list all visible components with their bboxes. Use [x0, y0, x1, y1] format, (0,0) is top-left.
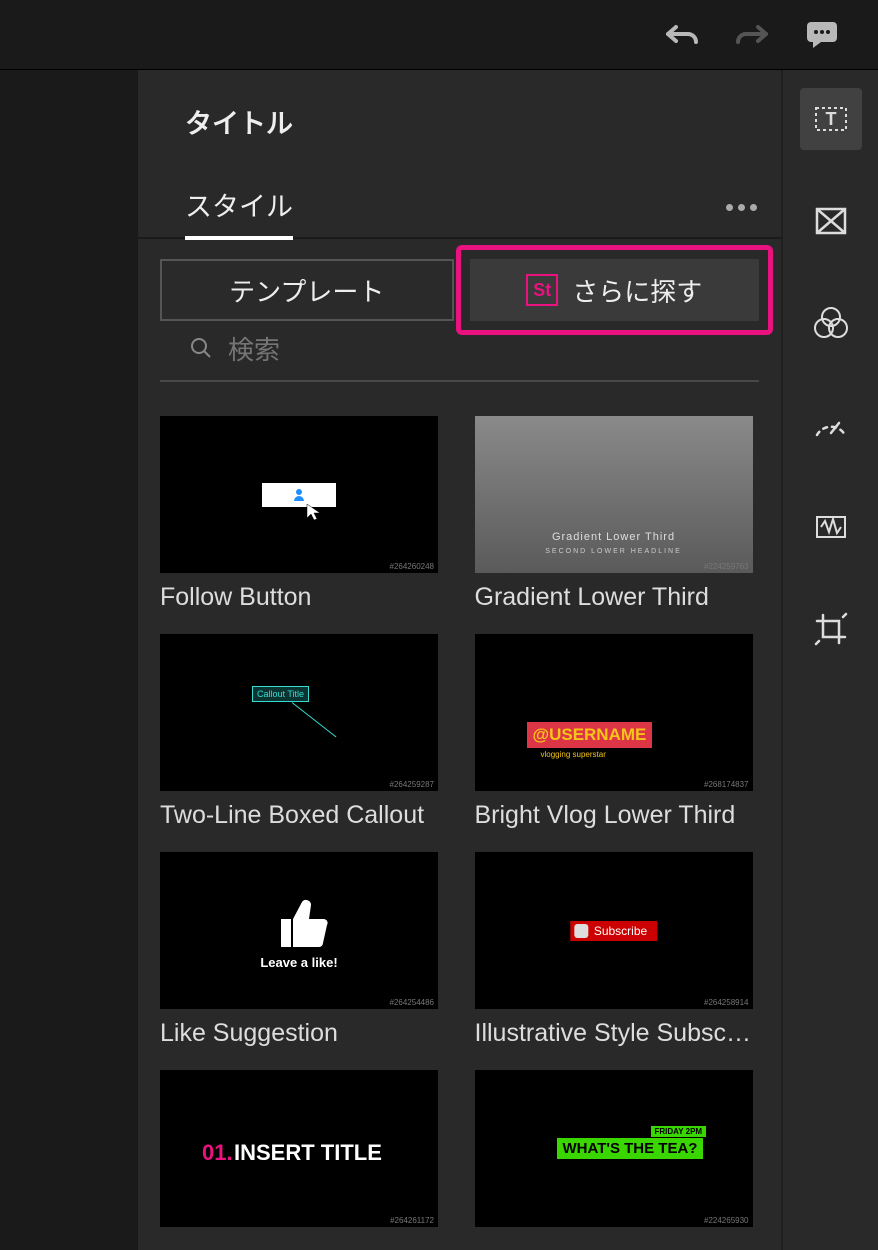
svg-text:T: T: [825, 109, 836, 129]
thumb-text: 01.: [202, 1140, 233, 1166]
right-rail: T: [783, 70, 878, 1250]
rail-crop-icon[interactable]: [800, 598, 862, 660]
template-card[interactable]: @USERNAME vlogging superstar #268174837 …: [475, 634, 753, 830]
thumb-text: vlogging superstar: [541, 750, 606, 759]
template-id: #224259763: [704, 562, 749, 571]
search-input[interactable]: [228, 335, 737, 366]
thumb-text: @USERNAME: [527, 722, 653, 748]
template-card[interactable]: Callout Title #264259287 Two-Line Boxed …: [160, 634, 438, 830]
template-id: #268174837: [704, 780, 749, 789]
more-icon[interactable]: [726, 204, 757, 221]
thumb-text: Leave a like!: [260, 955, 337, 970]
template-id: #264258914: [704, 998, 749, 1007]
comment-icon[interactable]: [804, 19, 840, 51]
templates-button[interactable]: テンプレート: [160, 259, 454, 321]
template-id: #224265930: [704, 1216, 749, 1225]
panel-title: タイトル: [138, 102, 781, 141]
redo-icon[interactable]: [734, 19, 770, 51]
template-card[interactable]: FRIDAY 2PM WHAT'S THE TEA? #224265930: [475, 1070, 753, 1237]
template-id: #264261172: [390, 1216, 434, 1225]
rail-audio-icon[interactable]: [800, 496, 862, 558]
top-bar: [0, 0, 878, 70]
titles-panel: タイトル スタイル テンプレート St さらに探す: [138, 70, 783, 1250]
thumb-text: WHAT'S THE TEA?: [557, 1138, 704, 1159]
thumb-text: Gradient Lower Third: [475, 531, 753, 543]
find-more-button[interactable]: St さらに探す: [470, 259, 760, 321]
template-id: #264259287: [390, 780, 435, 789]
rail-text-icon[interactable]: T: [800, 88, 862, 150]
thumb-text: SECOND LOWER HEADLINE: [475, 548, 753, 555]
thumb-text: Subscribe: [570, 921, 657, 941]
templates-grid: #264260248 Follow Button Gradient Lower …: [138, 382, 781, 1237]
rail-speed-icon[interactable]: [800, 394, 862, 456]
template-label: Illustrative Style Subscribe: [475, 1019, 753, 1048]
template-card[interactable]: Leave a like! #264254486 Like Suggestion: [160, 852, 438, 1048]
tab-style[interactable]: スタイル: [185, 185, 293, 240]
template-card[interactable]: #264260248 Follow Button: [160, 416, 438, 612]
template-card[interactable]: Gradient Lower Third SECOND LOWER HEADLI…: [475, 416, 753, 612]
undo-icon[interactable]: [664, 19, 700, 51]
template-label: Bright Vlog Lower Third: [475, 801, 753, 830]
template-label: Two-Line Boxed Callout: [160, 801, 438, 830]
stock-badge-icon: St: [526, 274, 558, 306]
rail-color-icon[interactable]: [800, 292, 862, 354]
template-card[interactable]: 01. INSERT TITLE #264261172: [160, 1070, 438, 1237]
template-card[interactable]: Subscribe #264258914 Illustrative Style …: [475, 852, 753, 1048]
template-label: Follow Button: [160, 583, 438, 612]
thumb-text: Callout Title: [252, 686, 309, 702]
template-id: #264260248: [390, 562, 435, 571]
template-id: #264254486: [390, 998, 435, 1007]
find-more-label: さらに探す: [572, 272, 702, 309]
search-icon: [190, 337, 212, 364]
template-label: Gradient Lower Third: [475, 583, 753, 612]
thumb-text: INSERT TITLE: [234, 1140, 382, 1166]
template-label: Like Suggestion: [160, 1019, 438, 1048]
rail-transition-icon[interactable]: [800, 190, 862, 252]
thumb-text: FRIDAY 2PM: [651, 1126, 707, 1137]
